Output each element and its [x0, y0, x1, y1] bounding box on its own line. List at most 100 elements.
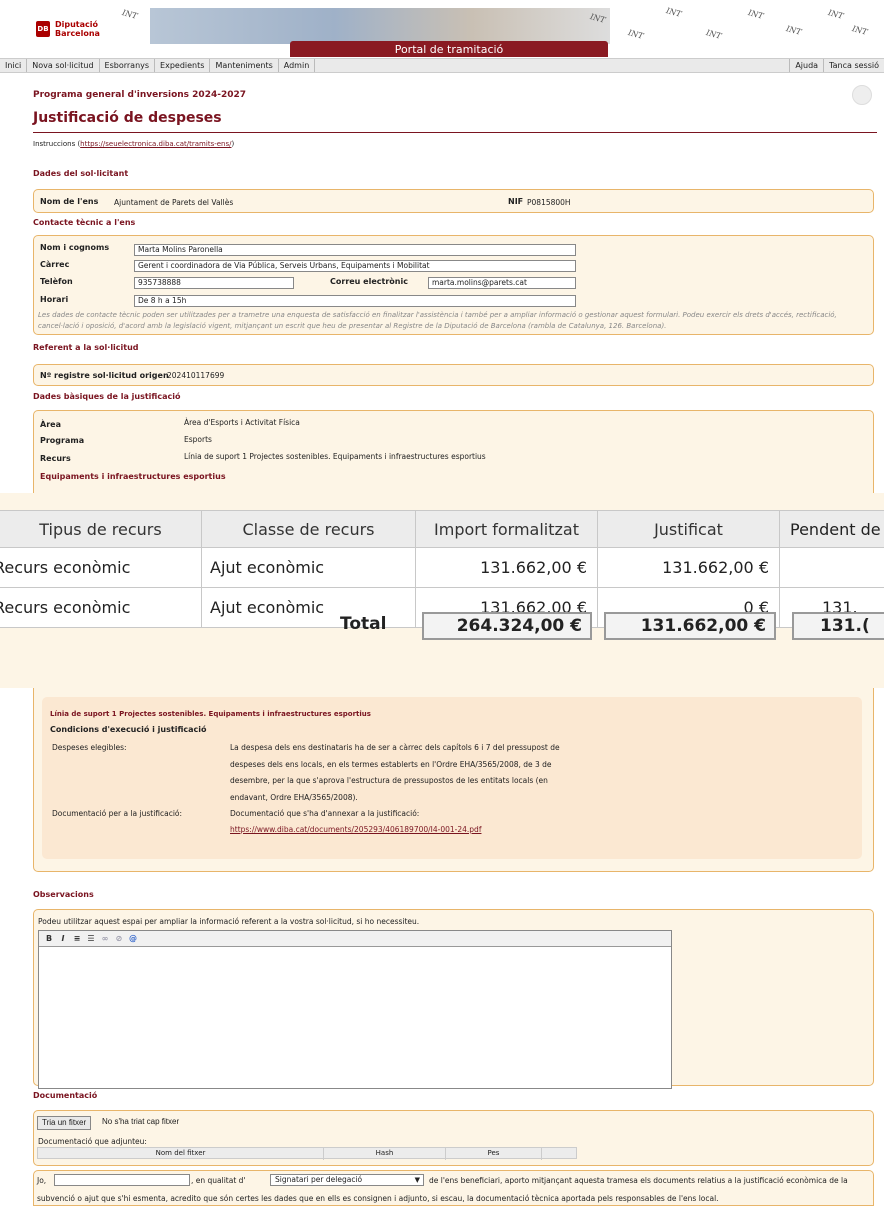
col-tipus-recurs: Tipus de recurs — [0, 511, 202, 547]
watermark: INT — [665, 6, 683, 19]
help-icon[interactable]: @ — [127, 934, 139, 943]
col-pendent: Pendent de — [790, 519, 881, 539]
table-header: Tipus de recurs Classe de recurs Import … — [0, 510, 884, 548]
section-contact: Contacte tècnic a l'ens — [33, 218, 136, 227]
instructions-link[interactable]: https://seuelectronica.diba.cat/tramits-… — [80, 140, 231, 148]
referent-box: Nº registre sol·licitud origen 202410117… — [33, 364, 874, 386]
subsection-title: Equipaments i infraestructures esportius — [40, 472, 226, 481]
instructions: Instruccions (https://seuelectronica.dib… — [33, 140, 235, 148]
col-justificat: Justificat — [598, 511, 780, 547]
watermark: INT — [747, 8, 765, 21]
bullet-list-icon[interactable]: ☰ — [85, 934, 97, 943]
watermark: INT — [627, 28, 645, 41]
doc-link[interactable]: https://www.diba.cat/documents/205293/40… — [230, 825, 481, 834]
no-file-text: No s'ha triat cap fitxer — [102, 1117, 180, 1126]
menu-tanca-sessio[interactable]: Tanca sessió — [823, 59, 884, 72]
name-field[interactable]: Marta Molins Paronella — [134, 244, 576, 256]
program-title: Programa general d'inversions 2024-2027 — [33, 90, 246, 100]
phone-field[interactable]: 935738888 — [134, 277, 294, 289]
watermark: INT — [705, 28, 723, 41]
program-label: Programa — [40, 436, 85, 445]
logo-mark-icon: DB — [36, 21, 50, 37]
menu-admin[interactable]: Admin — [279, 59, 316, 72]
total-pendent: 131.( — [792, 612, 884, 640]
link-icon[interactable]: ∞ — [99, 934, 111, 943]
cell-tipus: Recurs econòmic — [0, 548, 202, 587]
section-observations: Observacions — [33, 890, 94, 899]
eligible-text-2: despeses dels ens locals, en els termes … — [230, 760, 552, 769]
watermark: INT — [785, 24, 803, 37]
cell-justificat: 131.662,00 € — [598, 548, 780, 587]
main-menu: Inici Nova sol·licitud Esborranys Expedi… — [0, 58, 884, 73]
bold-icon[interactable]: B — [43, 934, 55, 943]
italic-icon[interactable]: I — [57, 934, 69, 943]
registre-value: 202410117699 — [167, 371, 225, 380]
col-size: Pes — [446, 1148, 542, 1160]
logo-line-1: Diputació — [55, 20, 99, 29]
email-label: Correu electrònic — [330, 277, 408, 286]
watermark: INT — [121, 8, 139, 21]
header-banner-image — [150, 8, 610, 44]
declaration-suffix: de l'ens beneficiari, aporto mitjançant … — [429, 1176, 848, 1185]
area-label: Àrea — [40, 420, 61, 429]
total-label: Total — [340, 614, 387, 634]
logo-line-2: Barcelona — [55, 29, 100, 38]
cell-classe: Ajut econòmic — [202, 548, 416, 587]
total-justificat: 131.662,00 € — [604, 612, 776, 640]
ens-value: Ajuntament de Parets del Vallès — [114, 198, 234, 207]
hours-field[interactable]: De 8 h a 15h — [134, 295, 576, 307]
nif-value: P0815800H — [527, 198, 571, 207]
col-classe-recurs: Classe de recurs — [202, 511, 416, 547]
cell-tipus: Recurs econòmic — [0, 588, 202, 627]
watermark: INT — [851, 24, 869, 37]
section-applicant: Dades del sol·licitant — [33, 169, 129, 178]
observations-hint: Podeu utilitzar aquest espai per ampliar… — [38, 917, 420, 926]
attachments-table-header: Nom del fitxer Hash Pes — [37, 1147, 577, 1160]
col-import-formalitzat: Import formalitzat — [416, 511, 598, 547]
doc-label: Documentació per a la justificació: — [52, 809, 183, 818]
conditions-heading: Condicions d'execució i justificació — [50, 725, 207, 734]
title-divider — [33, 132, 877, 133]
role-field[interactable]: Gerent i coordinadora de Via Pública, Se… — [134, 260, 576, 272]
role-label: Càrrec — [40, 260, 70, 269]
resources-table: Tipus de recurs Classe de recurs Import … — [0, 493, 884, 688]
choose-file-button[interactable]: Tria un fitxer — [37, 1116, 92, 1130]
menu-esborranys[interactable]: Esborranys — [100, 59, 156, 72]
menu-manteniments[interactable]: Manteniments — [210, 59, 279, 72]
declarant-name-field[interactable] — [54, 1174, 190, 1186]
col-file-name: Nom del fitxer — [38, 1148, 324, 1160]
eligible-text-3: desembre, per la que s'aprova l'estructu… — [230, 776, 548, 785]
phone-label: Telèfon — [40, 277, 73, 286]
menu-expedients[interactable]: Expedients — [155, 59, 211, 72]
resource-value: Línia de suport 1 Projectes sostenibles.… — [184, 452, 486, 461]
ens-label: Nom de l'ens — [40, 197, 99, 206]
email-field[interactable]: marta.molins@parets.cat — [428, 277, 576, 289]
declaration-prefix: Jo, — [37, 1176, 47, 1185]
eligible-text-1: La despesa dels ens destinataris ha de s… — [230, 743, 560, 752]
diputacio-logo[interactable]: DB Diputació Barcelona — [36, 20, 100, 38]
col-hash: Hash — [324, 1148, 446, 1160]
editor-text-area[interactable] — [39, 947, 671, 1088]
eligible-text-4: endavant, Ordre EHA/3565/2008). — [230, 793, 358, 802]
program-value: Esports — [184, 435, 212, 444]
conditions-panel: Línia de suport 1 Projectes sostenibles.… — [42, 697, 862, 859]
area-value: Àrea d'Esports i Activitat Física — [184, 418, 300, 427]
help-icon[interactable] — [852, 85, 872, 105]
nif-label: NIF — [508, 197, 524, 206]
numbered-list-icon[interactable]: ≡ — [71, 934, 83, 943]
site-header: DB Diputació Barcelona Portal de tramita… — [0, 0, 884, 58]
hours-label: Horari — [40, 295, 69, 304]
resource-label: Recurs — [40, 454, 71, 463]
declaration-middle: , en qualitat d' — [191, 1176, 246, 1185]
table-row: Recurs econòmic Ajut econòmic 131.662,00… — [0, 548, 884, 588]
unlink-icon[interactable]: ⊘ — [113, 934, 125, 943]
capacity-select[interactable]: Signatari per delegació ▼ — [270, 1174, 424, 1186]
section-documentation: Documentació — [33, 1091, 98, 1100]
menu-ajuda[interactable]: Ajuda — [789, 59, 823, 72]
line-title: Línia de suport 1 Projectes sostenibles.… — [50, 710, 371, 718]
menu-inici[interactable]: Inici — [0, 59, 28, 72]
applicant-box: Nom de l'ens Ajuntament de Parets del Va… — [33, 189, 874, 213]
portal-title: Portal de tramitació — [290, 41, 608, 57]
total-import: 264.324,00 € — [422, 612, 592, 640]
menu-nova-sollicitud[interactable]: Nova sol·licitud — [27, 59, 100, 72]
